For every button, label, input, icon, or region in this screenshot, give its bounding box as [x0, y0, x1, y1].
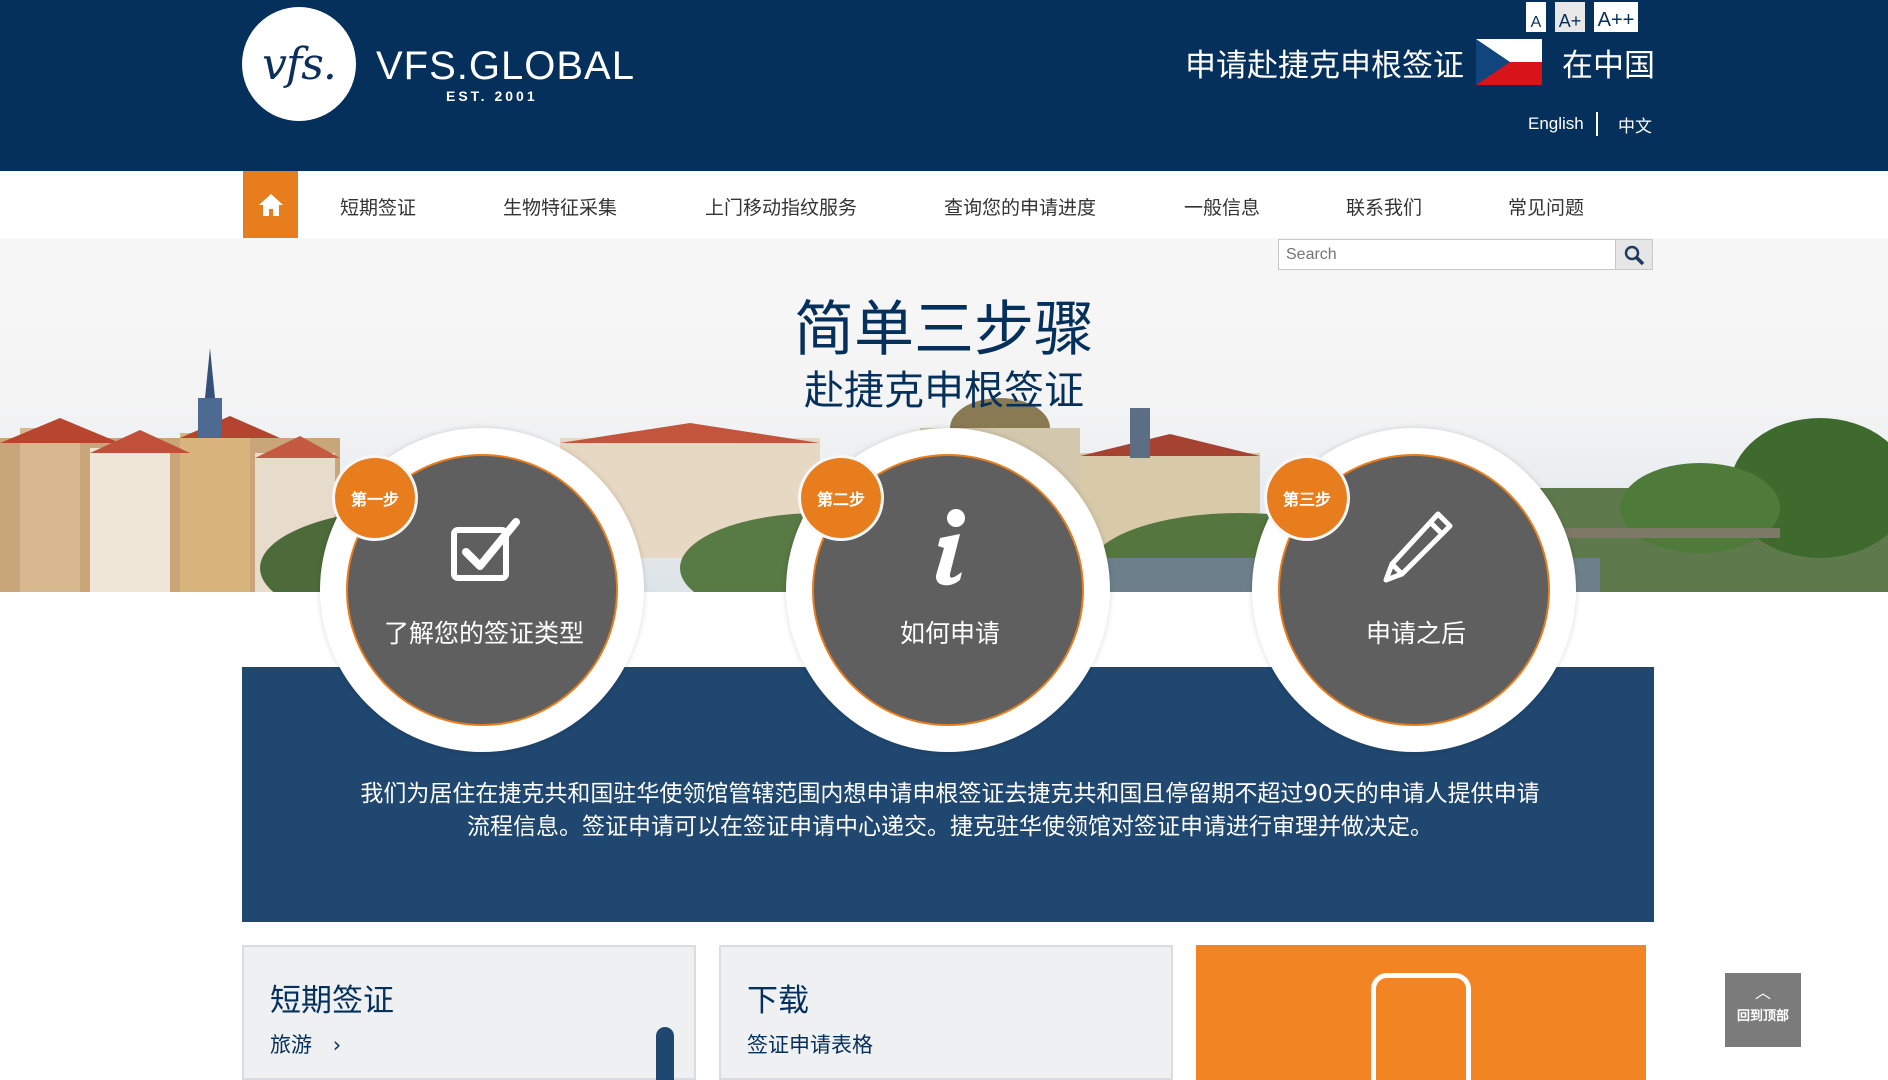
nav-item-biometrics[interactable]: 生物特征采集: [503, 193, 617, 220]
font-size-normal-button[interactable]: A: [1526, 2, 1546, 32]
back-to-top-button[interactable]: ︿ 回到顶部: [1725, 973, 1801, 1047]
search-box: [1278, 239, 1653, 270]
card-link-tourism[interactable]: 旅游 ›: [270, 1029, 341, 1059]
chevron-up-icon: ︿: [1754, 983, 1771, 1002]
header-country: 在中国: [1562, 48, 1655, 84]
step-one-label: 了解您的签证类型: [383, 619, 584, 648]
logo-est: EST. 2001: [446, 88, 538, 104]
main-nav: 短期签证 生物特征采集 上门移动指纹服务 查询您的申请进度 一般信息 联系我们 …: [0, 171, 1888, 238]
nav-item-general-info[interactable]: 一般信息: [1184, 193, 1260, 220]
font-size-large-button[interactable]: A+: [1555, 2, 1585, 32]
pencil-icon: [1383, 511, 1453, 583]
search-input[interactable]: [1279, 240, 1615, 269]
nav-item-contact-us[interactable]: 联系我们: [1346, 193, 1422, 220]
font-size-xlarge-button[interactable]: A++: [1594, 2, 1638, 32]
card-download: 下载 签证申请表格: [719, 945, 1173, 1080]
czech-flag-icon: [1476, 39, 1542, 85]
card-link-label: 旅游: [270, 1033, 312, 1057]
step-two-badge: 第二步: [798, 455, 884, 541]
card-short-term-visa: 短期签证 旅游 ›: [242, 945, 696, 1080]
home-button[interactable]: [243, 171, 298, 238]
nav-item-track-application[interactable]: 查询您的申请进度: [944, 193, 1096, 220]
nav-item-faq[interactable]: 常见问题: [1508, 193, 1584, 220]
search-button[interactable]: [1615, 240, 1652, 269]
card-scrollbar[interactable]: [656, 1027, 674, 1080]
step-one-badge: 第一步: [332, 455, 418, 541]
step-three-badge: 第三步: [1264, 455, 1350, 541]
site-header: vfs. VFS.GLOBAL EST. 2001 A A+ A++ 申请赴捷克…: [0, 0, 1888, 171]
home-icon: [258, 193, 283, 216]
vfs-logo[interactable]: vfs.: [242, 7, 356, 121]
info-icon: [936, 509, 965, 586]
checkbox-icon: [451, 518, 520, 581]
card-title: 下载: [747, 983, 809, 1019]
header-title: 申请赴捷克申根签证: [1185, 48, 1464, 84]
search-icon: [1624, 245, 1645, 265]
nav-item-short-term-visa[interactable]: 短期签证: [340, 193, 416, 220]
lang-chinese-link[interactable]: 中文: [1618, 112, 1652, 137]
card-mobile[interactable]: [1196, 945, 1646, 1080]
step-three-label: 申请之后: [1365, 619, 1466, 648]
nav-item-mobile-fingerprint[interactable]: 上门移动指纹服务: [705, 193, 857, 220]
font-size-controls: A A+ A++: [1526, 2, 1638, 32]
logo-mark: vfs.: [262, 38, 337, 90]
card-title: 短期签证: [270, 983, 394, 1019]
hero-subtitle: 赴捷克申根签证: [804, 368, 1084, 414]
phone-icon: [1371, 973, 1471, 1080]
lang-divider: [1596, 112, 1598, 136]
logo-text: VFS.GLOBAL: [376, 44, 635, 88]
intro-text: 我们为居住在捷克共和国驻华使领馆管辖范围内想申请申根签证去捷克共和国且停留期不超…: [360, 781, 1540, 840]
chevron-right-icon: ›: [332, 1033, 342, 1057]
card-link-application-form[interactable]: 签证申请表格: [747, 1029, 873, 1059]
lang-english-link[interactable]: English: [1528, 114, 1584, 134]
step-two-label: 如何申请: [899, 619, 1000, 648]
hero-title: 简单三步骤: [794, 295, 1094, 365]
back-to-top-label: 回到顶部: [1736, 1009, 1789, 1024]
